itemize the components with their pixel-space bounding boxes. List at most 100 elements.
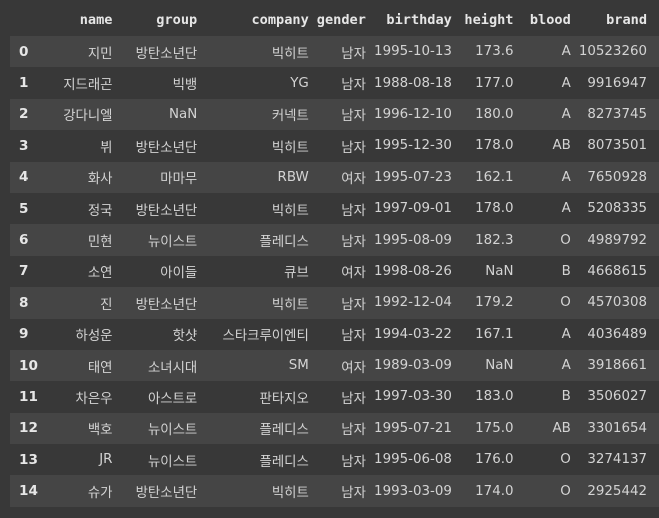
cell-birthday: 1995-12-30 — [374, 138, 452, 154]
cell-gender: 여자 — [341, 172, 366, 188]
cell-height: 179.2 — [475, 295, 514, 311]
cell-group: 뉴이스트 — [147, 235, 198, 251]
cell-gender: 남자 — [341, 46, 366, 62]
table-row: 7 소연 아이들 큐브 여자 1998-08-26 NaN B 4668615 — [10, 255, 659, 288]
cell-name: 소연 — [87, 266, 113, 282]
cell-brand: 3274137 — [587, 452, 647, 468]
row-index: 6 — [19, 232, 29, 249]
cell-birthday: 1992-12-04 — [374, 295, 452, 311]
cell-name: 강다니엘 — [63, 109, 113, 125]
cell-company: 스타크루이엔티 — [222, 329, 309, 345]
table-row: 6 민현 뉴이스트 플레디스 남자 1995-08-09 182.3 O 4989792 — [10, 224, 659, 256]
cell-company: 판타지오 — [259, 391, 309, 407]
cell-company: 큐브 — [284, 266, 309, 282]
table-row: 12 백호 뉴이스트 플레디스 남자 1995-07-21 175.0 AB 3301654 — [10, 412, 659, 445]
cell-height: 177.0 — [475, 75, 514, 91]
table-row: 0 지민 방탄소년단 빅히트 남자 1995-10-13 173.6 A 10523260 — [10, 36, 659, 68]
table-body: 0 지민 방탄소년단 빅히트 남자 1995-10-13 173.6 A 10523260 1 지드… — [10, 36, 659, 507]
cell-group: 방탄소년단 — [135, 486, 198, 502]
cell-company: 플레디스 — [259, 235, 309, 251]
dataframe-output: name group company gender birthday heigh… — [0, 0, 659, 518]
cell-name: 슈가 — [87, 486, 113, 502]
cell-brand: 5208335 — [587, 201, 647, 217]
cell-company: 빅히트 — [271, 203, 309, 219]
cell-blood: A — [561, 75, 571, 91]
row-index: 3 — [19, 137, 29, 154]
cell-group: 방탄소년단 — [135, 203, 198, 219]
cell-blood: AB — [552, 420, 571, 436]
table-row: 11 차은우 아스트로 판타지오 남자 1997-03-30 183.0 B 3506027 — [10, 381, 659, 413]
column-header-name: name — [79, 11, 113, 28]
cell-height: 167.1 — [475, 326, 514, 342]
cell-name: 뷔 — [100, 140, 113, 156]
cell-birthday: 1995-07-23 — [374, 169, 452, 185]
row-index: 2 — [19, 106, 29, 123]
cell-company: YG — [290, 75, 309, 91]
cell-company: 플레디스 — [259, 423, 309, 439]
cell-name: 태연 — [87, 360, 113, 376]
table-row: 4 화사 마마무 RBW 여자 1995-07-23 162.1 A 7650928 — [10, 161, 659, 193]
cell-name: 백호 — [87, 423, 113, 439]
row-index: 1 — [19, 75, 29, 92]
row-index: 0 — [19, 43, 29, 60]
cell-name: JR — [99, 452, 113, 468]
cell-gender: 남자 — [341, 203, 366, 219]
cell-birthday: 1993-03-09 — [374, 483, 452, 499]
cell-height: 174.0 — [475, 483, 514, 499]
column-header-birthday: birthday — [386, 11, 452, 28]
cell-brand: 3918661 — [587, 358, 647, 374]
cell-birthday: 1997-09-01 — [374, 201, 452, 217]
table-row: 14 슈가 방탄소년단 빅히트 남자 1993-03-09 174.0 O 2925442 — [10, 475, 659, 507]
cell-birthday: 1988-08-18 — [374, 75, 452, 91]
cell-gender: 남자 — [341, 391, 366, 407]
output-bottom-edge — [0, 514, 659, 518]
cell-name: 차은우 — [75, 391, 113, 407]
table-row: 5 정국 방탄소년단 빅히트 남자 1997-09-01 178.0 A 5208335 — [10, 192, 659, 225]
cell-group: 뉴이스트 — [147, 423, 198, 439]
cell-height: 173.6 — [475, 44, 514, 60]
cell-birthday: 1998-08-26 — [374, 263, 452, 279]
cell-height: 176.0 — [475, 452, 514, 468]
cell-group: 핫샷 — [172, 329, 198, 345]
index-header — [10, 4, 42, 36]
table-row: 3 뷔 방탄소년단 빅히트 남자 1995-12-30 178.0 AB 8073501 — [10, 130, 659, 162]
cell-blood: A — [561, 201, 571, 217]
cell-company: SM — [288, 358, 309, 374]
cell-brand: 9916947 — [587, 75, 647, 91]
table-row: 8 진 방탄소년단 빅히트 남자 1992-12-04 179.2 O 4570308 — [10, 287, 659, 319]
cell-name: 하성운 — [75, 329, 113, 345]
row-index: 8 — [19, 294, 29, 311]
column-header-group: group — [156, 11, 198, 28]
cell-group: 방탄소년단 — [135, 297, 198, 313]
cell-blood: A — [561, 106, 571, 122]
cell-height: NaN — [485, 358, 514, 374]
cell-group: 뉴이스트 — [147, 454, 198, 470]
row-index: 12 — [19, 420, 38, 437]
cell-birthday: 1989-03-09 — [374, 358, 452, 374]
cell-birthday: 1995-07-21 — [374, 420, 452, 436]
cell-brand: 4036489 — [587, 326, 647, 342]
cell-name: 지드래곤 — [63, 78, 113, 94]
cell-brand: 7650928 — [587, 169, 647, 185]
table-row: 10 태연 소녀시대 SM 여자 1989-03-09 NaN A 3918661 — [10, 349, 659, 382]
cell-company: 빅히트 — [271, 140, 309, 156]
cell-gender: 남자 — [341, 140, 366, 156]
row-index: 14 — [19, 483, 38, 500]
cell-company: 빅히트 — [271, 46, 309, 62]
cell-gender: 남자 — [341, 486, 366, 502]
cell-brand: 4570308 — [587, 295, 647, 311]
cell-blood: O — [560, 452, 571, 468]
cell-name: 민현 — [87, 235, 113, 251]
cell-gender: 남자 — [341, 78, 366, 94]
cell-gender: 남자 — [341, 109, 366, 125]
column-header-company: company — [251, 11, 309, 28]
cell-birthday: 1997-03-30 — [374, 389, 452, 405]
cell-brand: 10523260 — [578, 44, 647, 60]
cell-group: 빅뱅 — [172, 78, 198, 94]
cell-company: 빅히트 — [271, 297, 309, 313]
column-header-height: height — [464, 11, 514, 28]
table-row: 2 강다니엘 NaN 커넥트 남자 1996-12-10 180.0 A 8273745 — [10, 98, 659, 131]
cell-company: RBW — [277, 169, 309, 185]
table-row: 13 JR 뉴이스트 플레디스 남자 1995-06-08 176.0 O 3274137 — [10, 444, 659, 476]
cell-height: 182.3 — [475, 232, 514, 248]
